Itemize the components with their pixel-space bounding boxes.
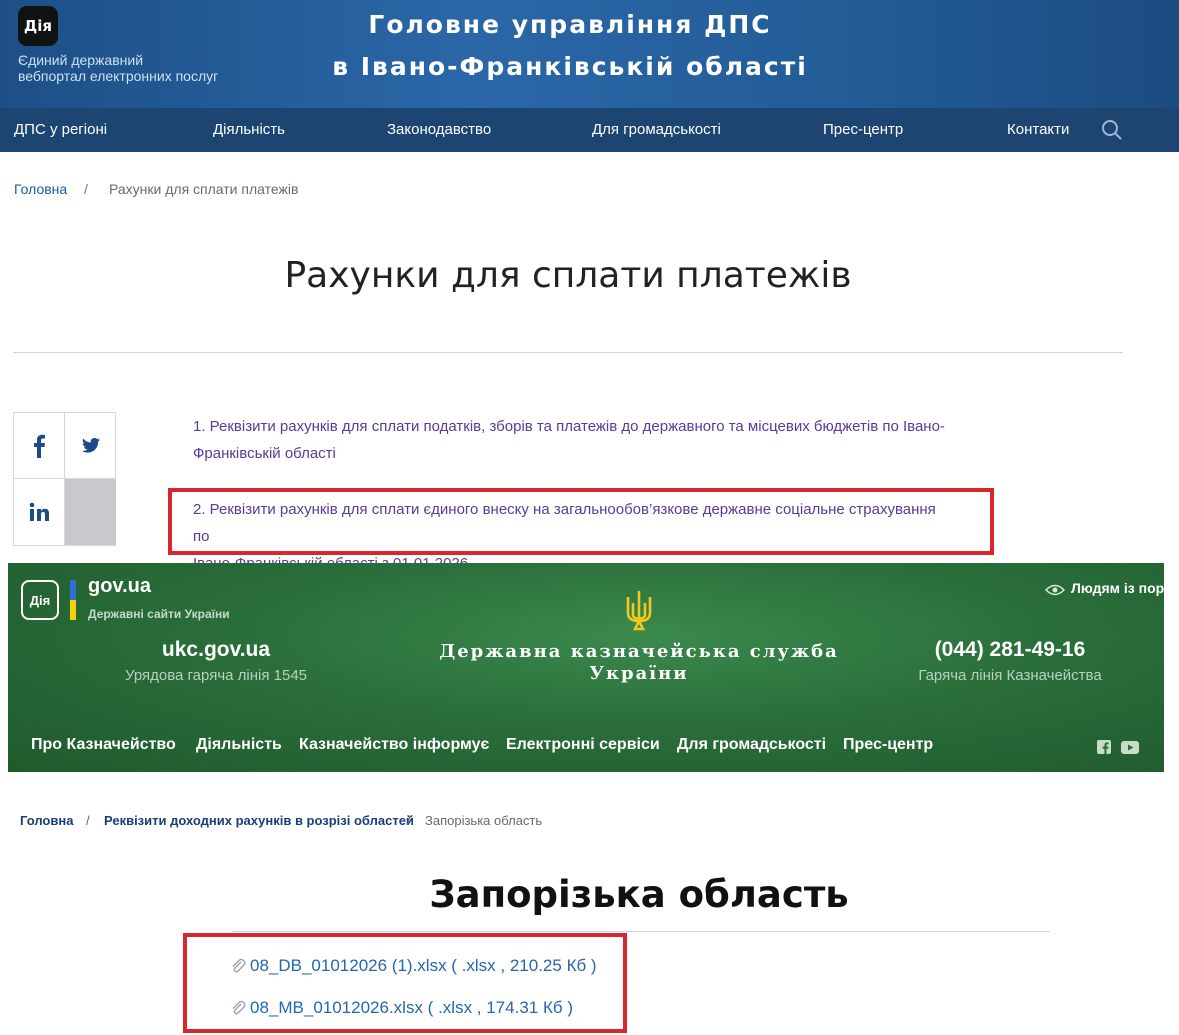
eye-icon [1045, 584, 1065, 596]
nav-item-contacts[interactable]: Контакти [1007, 108, 1069, 152]
nav-item-public[interactable]: Для громадськості [677, 736, 826, 754]
breadcrumb-current: Рахунки для сплати платежів [109, 181, 299, 197]
nav-item-activity[interactable]: Діяльність [196, 736, 282, 754]
diia-portal-caption[interactable]: Єдиний державний вебпортал електронних п… [18, 52, 258, 84]
nav-item-dps-region[interactable]: ДПС у регіоні [14, 108, 107, 152]
treasury-title-line2: України [589, 663, 689, 684]
twitter-icon [81, 438, 100, 453]
share-facebook-button[interactable] [14, 413, 65, 479]
ukraine-flag-icon [70, 580, 76, 620]
share-empty-cell [65, 479, 116, 545]
page-title: Рахунки для сплати платежів [284, 255, 852, 296]
hotline-phone-caption: Гаряча лінія Казначейства [918, 667, 1102, 684]
diia-caption-line1: Єдиний державний [18, 52, 144, 68]
treasury-title-line1: Державна казначейська служба [439, 641, 839, 662]
main-nav: ДПС у регіоні Діяльність Законодавство Д… [0, 108, 1179, 152]
site-title-line1: Головне управління ДПС [368, 10, 772, 39]
linkedin-icon [29, 502, 49, 521]
trident-icon [626, 591, 652, 631]
doc-link-taxes-line1: 1. Реквізити рахунків для сплати податкі… [193, 418, 945, 435]
nav-item-e-services[interactable]: Електронні сервіси [506, 736, 660, 754]
treasury-diia-logo[interactable]: Дія [21, 580, 59, 620]
share-panel [13, 412, 116, 546]
nav-item-about-treasury[interactable]: Про Казначейство [31, 736, 176, 754]
doc-link-taxes-line2: Франківській області [193, 445, 336, 462]
facebook-icon[interactable] [1097, 740, 1111, 754]
share-twitter-button[interactable] [65, 413, 116, 479]
breadcrumb-section[interactable]: Реквізити доходних рахунків в розрізі об… [104, 813, 414, 828]
diia-logo[interactable]: Дія [18, 6, 58, 46]
youtube-icon[interactable] [1121, 741, 1139, 754]
breadcrumb-separator: / [86, 813, 90, 828]
breadcrumb-separator: / [407, 813, 411, 828]
nav-item-press[interactable]: Прес-центр [843, 736, 933, 754]
site-title[interactable]: Головне управління ДПС в Івано-Франківсь… [330, 4, 810, 88]
hotline-site-caption: Урядова гаряча лінія 1545 [124, 667, 308, 684]
nav-item-public[interactable]: Для громадськості [592, 108, 721, 152]
breadcrumb-current: Запорізька область [425, 813, 543, 828]
nav-item-treasury-informs[interactable]: Казначейство інформує [299, 736, 489, 754]
nav-item-press[interactable]: Прес-центр [823, 108, 903, 152]
divider [13, 352, 1123, 353]
nav-item-activity[interactable]: Діяльність [213, 108, 285, 152]
govua-logo[interactable]: gov.ua [88, 575, 151, 598]
govua-caption: Державні сайти України [88, 607, 230, 621]
site-title-line2: в Івано-Франківській області [332, 52, 808, 81]
facebook-icon [34, 434, 45, 458]
breadcrumb-home[interactable]: Головна [20, 813, 73, 828]
share-linkedin-button[interactable] [14, 479, 65, 545]
hotline-site[interactable]: ukc.gov.ua [100, 638, 332, 662]
hotline-phone[interactable]: (044) 281-49-16 [900, 638, 1120, 662]
accessibility-link[interactable]: Людям із пору [1071, 580, 1172, 596]
breadcrumb-home[interactable]: Головна [14, 181, 67, 197]
diia-caption-line2: вебпортал електронних послуг [18, 68, 219, 84]
treasury-title[interactable]: Державна казначейська служба України [436, 641, 842, 685]
breadcrumb-separator: / [84, 181, 88, 197]
nav-item-legislation[interactable]: Законодавство [387, 108, 491, 152]
doc-link-taxes[interactable]: 1. Реквізити рахунків для сплати податкі… [193, 413, 953, 467]
divider [232, 931, 1050, 932]
highlight-box [183, 933, 627, 1033]
highlight-box [168, 488, 994, 555]
search-icon[interactable] [1101, 119, 1123, 141]
treasury-page-title: Запорізька область [429, 873, 849, 916]
